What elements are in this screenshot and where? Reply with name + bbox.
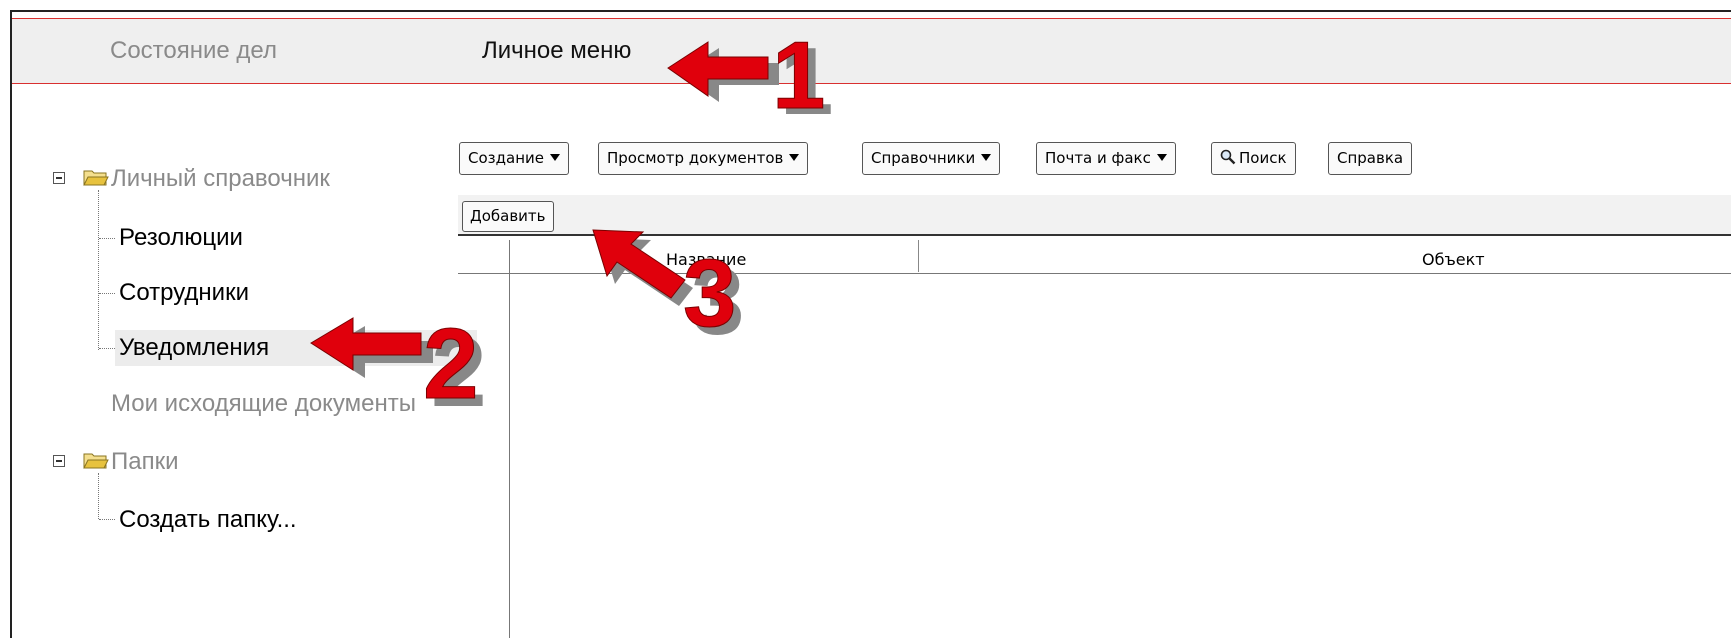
tree-item-employees[interactable]: Сотрудники [119,279,249,307]
directories-label: Справочники [871,149,976,167]
collapse-icon[interactable] [53,455,65,467]
tree-item-create-folder[interactable]: Создать папку... [119,506,297,534]
directories-menu-button[interactable]: Справочники [862,142,1001,175]
view-documents-menu-button[interactable]: Просмотр документов [598,142,809,175]
tree-connector [99,348,115,349]
annotation-number-2: 2 [423,308,479,420]
tree-item-notifications[interactable]: Уведомления [119,334,269,362]
mail-fax-label: Почта и факс [1045,149,1151,167]
column-header-object[interactable]: Объект [1422,250,1485,269]
tab-status[interactable]: Состояние дел [110,37,277,65]
magnifier-icon [1220,149,1236,165]
annotation-arrow-3: 3 3 [592,229,744,355]
annotation-number-1: 1 [772,22,825,129]
tree-connector [99,238,115,239]
top-menu-bar: Состояние дел Личное меню [12,18,1731,84]
grid-left-border [509,240,510,638]
tree-item-resolutions[interactable]: Резолюции [119,224,243,252]
add-button[interactable]: Добавить [462,201,554,232]
annotation-arrow-1: 1 1 [667,22,833,135]
tree-connector [98,190,99,350]
window-frame [10,10,1731,638]
tree-connector [98,473,99,519]
help-button[interactable]: Справка [1328,142,1413,175]
view-documents-label: Просмотр документов [607,149,784,167]
dropdown-arrow-icon [981,154,992,161]
annotation-arrow-2: 2 2 [310,308,487,428]
dropdown-arrow-icon [549,154,560,161]
search-label: Поиск [1239,149,1287,167]
folder-icon [83,170,109,186]
dropdown-arrow-icon [1156,154,1167,161]
tree-node-personal-directory[interactable]: Личный справочник [111,165,330,193]
tree-connector [99,293,115,294]
search-button[interactable]: Поиск [1211,142,1296,175]
create-menu-button[interactable]: Создание [459,142,569,175]
tree-connector [99,519,115,520]
folder-icon [83,453,109,469]
annotation-number-3: 3 [683,240,736,347]
column-separator[interactable] [918,240,919,272]
tab-personal-menu[interactable]: Личное меню [482,37,631,65]
dropdown-arrow-icon [789,154,800,161]
create-label: Создание [468,149,544,167]
mail-fax-menu-button[interactable]: Почта и факс [1036,142,1176,175]
tree-node-folders[interactable]: Папки [111,448,179,476]
collapse-icon[interactable] [53,172,65,184]
